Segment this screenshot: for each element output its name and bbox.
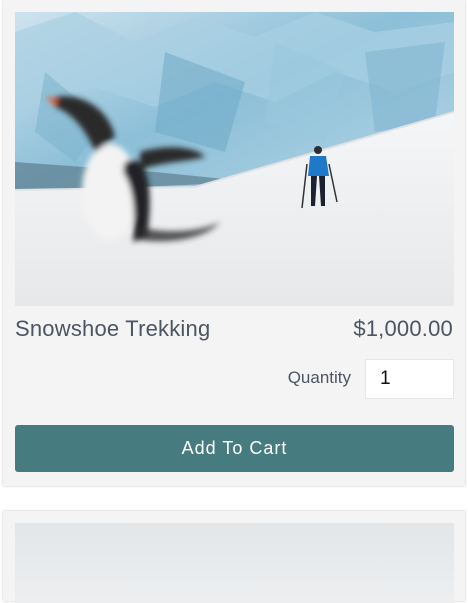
- product-image-next[interactable]: [15, 523, 454, 603]
- product-title: Snowshoe Trekking: [15, 316, 211, 341]
- quantity-label: Quantity: [287, 368, 351, 387]
- add-to-cart-button[interactable]: Add To Cart: [15, 425, 454, 472]
- product-image[interactable]: [15, 12, 454, 306]
- product-card-next: [3, 511, 465, 603]
- quantity-input[interactable]: [365, 359, 454, 399]
- product-price: $1,000.00: [353, 316, 453, 341]
- product-card: Snowshoe Trekking $1,000.00 Quantity Add…: [3, 0, 465, 486]
